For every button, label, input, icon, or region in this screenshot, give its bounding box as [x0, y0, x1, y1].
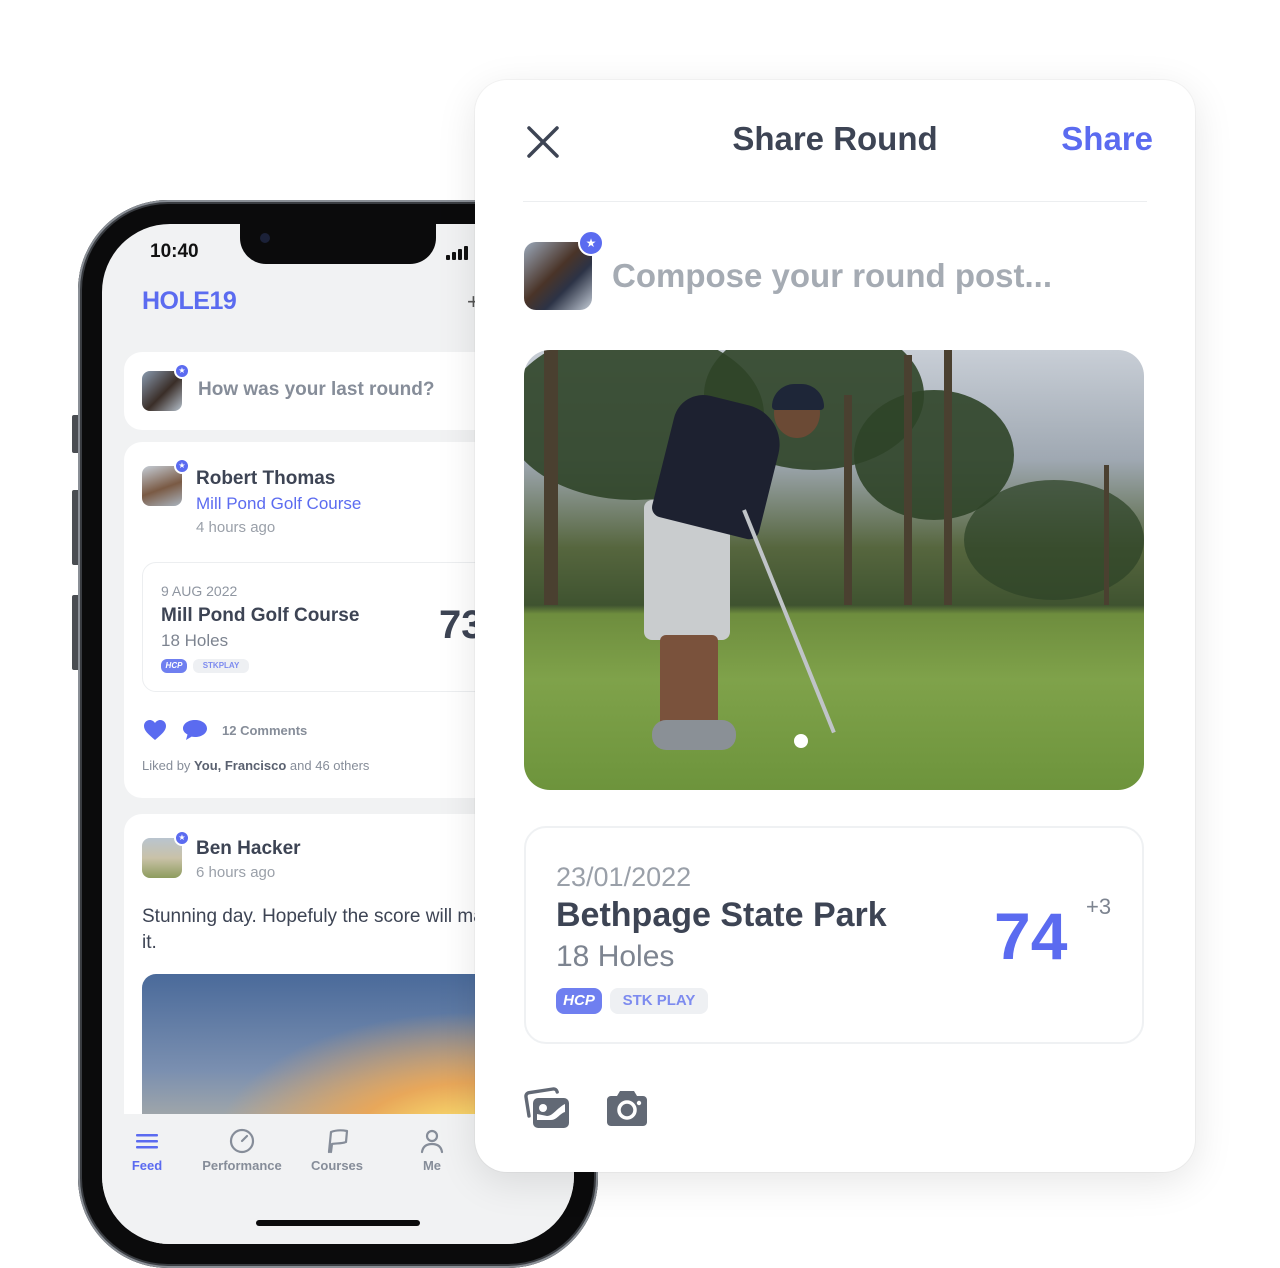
tab-label: Feed	[131, 1158, 163, 1173]
star-badge-icon: ★	[174, 458, 190, 474]
comment-icon[interactable]	[182, 718, 208, 742]
home-indicator[interactable]	[256, 1220, 420, 1226]
flag-icon	[327, 1129, 349, 1154]
tab-courses[interactable]: Courses	[292, 1126, 382, 1173]
app-logo: HOLE19	[142, 287, 237, 315]
tab-me[interactable]: Me	[387, 1126, 477, 1173]
front-camera	[260, 233, 270, 243]
avatar: ★	[142, 363, 190, 411]
menu-icon	[136, 1134, 158, 1149]
compose-prompt-card[interactable]: ★ How was your last round?	[124, 352, 524, 430]
liked-suffix: and 46 others	[289, 758, 370, 773]
heart-icon[interactable]	[142, 719, 168, 741]
round-to-par: +3	[1086, 894, 1112, 919]
post-course-link[interactable]: Mill Pond Golf Course	[196, 494, 361, 514]
tab-label: Performance	[202, 1158, 282, 1173]
liked-names: You, Francisco	[194, 758, 287, 773]
round-date: 23/01/2022	[556, 862, 692, 892]
mute-switch	[72, 415, 78, 453]
round-holes: 18 Holes	[556, 940, 675, 973]
hcp-tag: HCP	[556, 988, 602, 1014]
post-author[interactable]: Robert Thomas	[196, 468, 335, 490]
star-badge-icon: ★	[174, 830, 190, 846]
notch	[240, 224, 436, 264]
feed-post: ★ Robert Thomas Mill Pond Golf Course 4 …	[124, 442, 542, 798]
avatar[interactable]: ★	[142, 830, 190, 878]
star-badge-icon: ★	[578, 230, 604, 256]
hcp-tag: HCP	[161, 659, 187, 673]
star-badge-icon: ★	[174, 363, 190, 379]
post-time: 4 hours ago	[196, 519, 276, 536]
stroke-play-tag: STK PLAY	[610, 988, 708, 1014]
liked-prefix: Liked by	[142, 758, 191, 773]
round-holes: 18 Holes	[161, 631, 229, 650]
round-score: 74	[994, 899, 1068, 973]
tab-label: Courses	[310, 1158, 364, 1173]
gauge-icon	[229, 1128, 255, 1154]
gallery-icon[interactable]	[523, 1086, 571, 1130]
volume-down-button	[72, 595, 78, 670]
round-course: Bethpage State Park	[556, 896, 887, 934]
signal-icon	[446, 246, 468, 260]
round-photo[interactable]	[524, 350, 1144, 790]
comments-count[interactable]: 12 Comments	[222, 723, 307, 738]
round-summary-card[interactable]: 23/01/2022 Bethpage State Park 18 Holes …	[524, 826, 1144, 1044]
avatar: ★	[524, 230, 604, 310]
tab-performance[interactable]: Performance	[197, 1126, 287, 1173]
camera-icon[interactable]	[603, 1086, 651, 1130]
post-actions: 12 Comments	[142, 718, 307, 742]
avatar[interactable]: ★	[142, 458, 190, 506]
round-date: 9 AUG 2022	[161, 583, 238, 599]
round-course: Mill Pond Golf Course	[161, 605, 360, 626]
share-round-modal: Share Round Share ★ 23/01/2022 Bethpage …	[475, 80, 1195, 1172]
stroke-play-tag: STKPLAY	[193, 659, 249, 673]
compose-prompt-text[interactable]: How was your last round?	[198, 379, 434, 401]
liked-by[interactable]: Liked by You, Francisco and 46 others	[142, 758, 369, 773]
share-button[interactable]: Share	[1061, 120, 1153, 158]
volume-up-button	[72, 490, 78, 565]
divider	[523, 201, 1147, 202]
compose-post-input[interactable]	[612, 250, 1152, 302]
post-time: 6 hours ago	[196, 864, 276, 881]
status-time: 10:40	[150, 241, 199, 262]
post-author[interactable]: Ben Hacker	[196, 838, 301, 860]
tab-feed[interactable]: Feed	[102, 1126, 192, 1173]
tab-label: Me	[422, 1158, 442, 1173]
post-text: Stunning day. Hopefuly the score will ma…	[142, 906, 510, 953]
user-icon	[420, 1129, 444, 1154]
